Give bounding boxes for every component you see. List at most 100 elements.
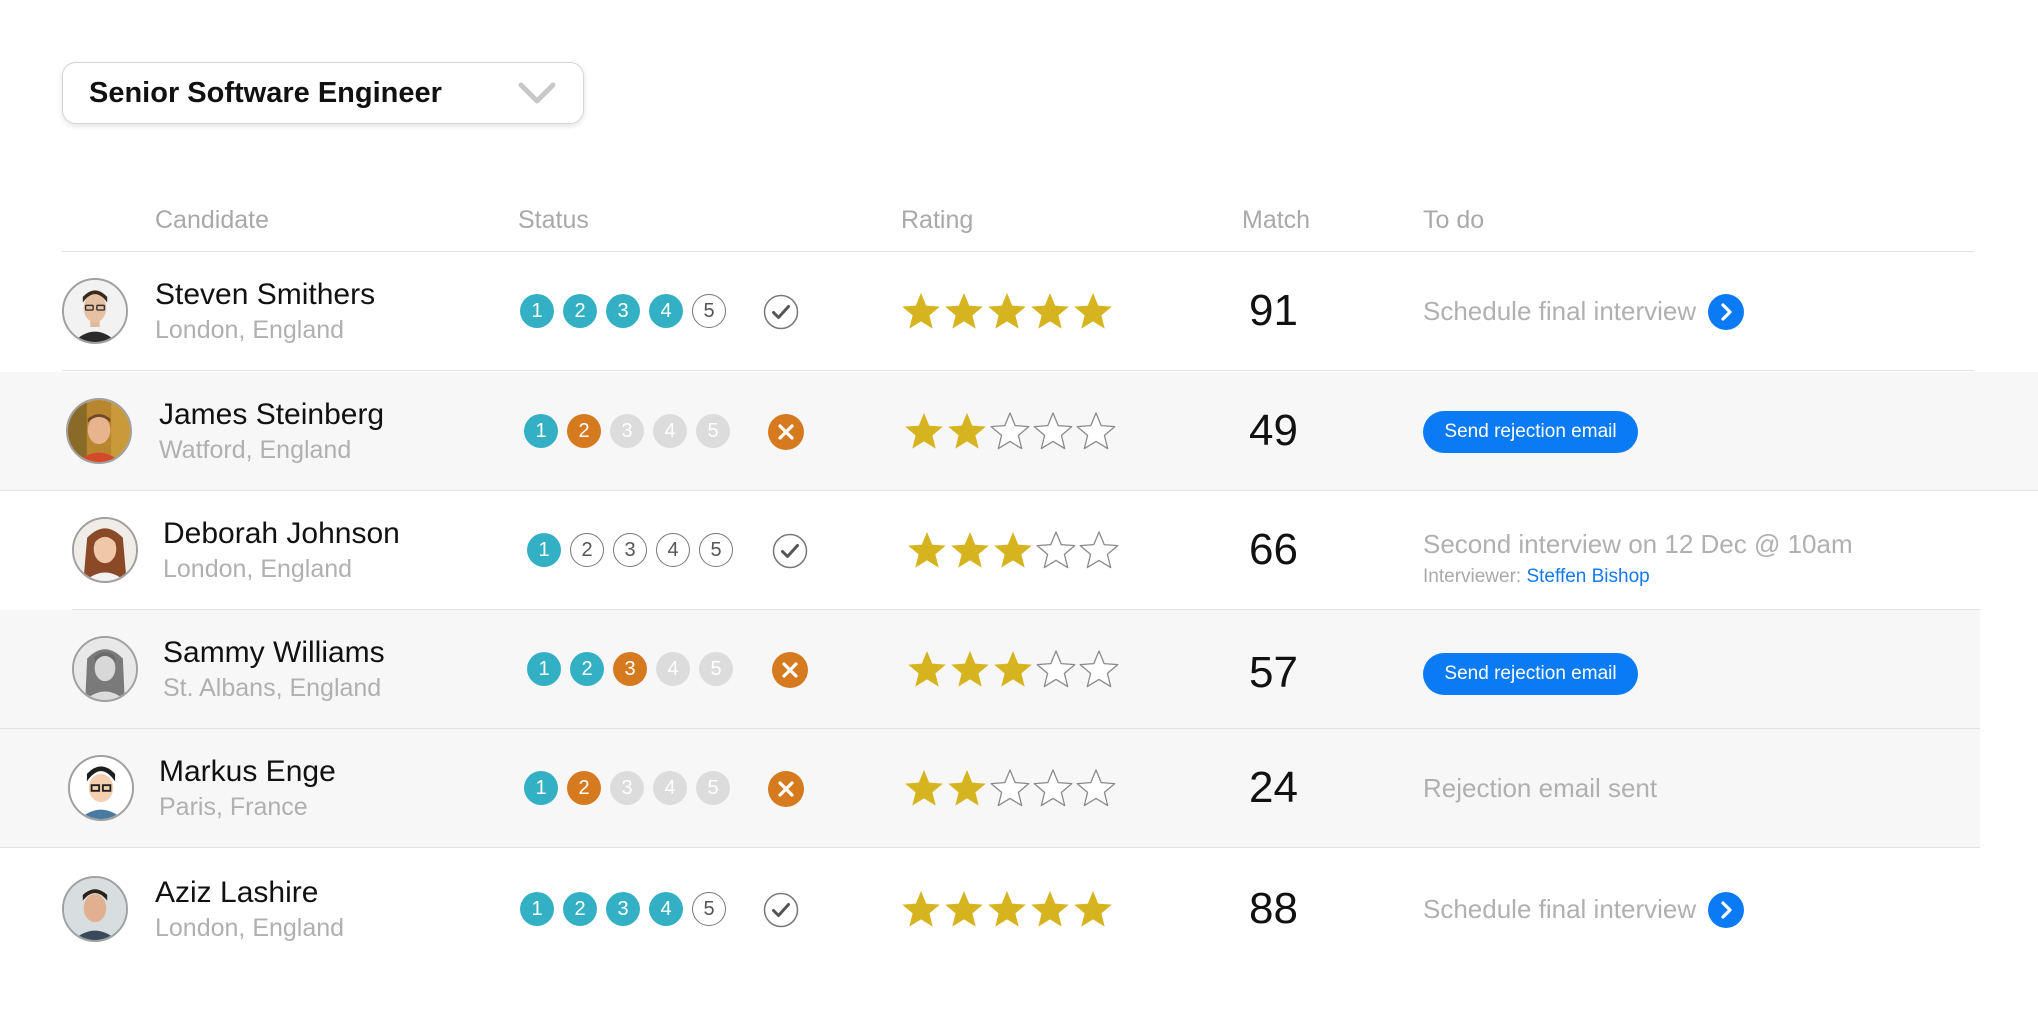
star-filled-icon[interactable] (900, 888, 942, 930)
interviewer-line: Interviewer: Steffen Bishop (1423, 566, 1650, 588)
interviewer-label: Interviewer: (1423, 566, 1522, 587)
status-steps: 12345 (527, 533, 733, 567)
todo-text: Schedule final interview (1423, 894, 1697, 924)
rating-stars[interactable] (906, 648, 1120, 690)
star-filled-icon[interactable] (949, 529, 991, 571)
column-header-status: Status (518, 206, 589, 234)
star-empty-icon[interactable] (1032, 767, 1074, 809)
star-filled-icon[interactable] (949, 648, 991, 690)
star-filled-icon[interactable] (943, 888, 985, 930)
rating-stars[interactable] (900, 888, 1114, 930)
star-empty-icon[interactable] (989, 410, 1031, 452)
status-step-todo: 5 (692, 892, 726, 926)
chevron-right-icon[interactable] (1708, 892, 1744, 928)
star-empty-icon[interactable] (989, 767, 1031, 809)
todo-text: Schedule final interview (1423, 296, 1697, 326)
status-step-done: 2 (563, 892, 597, 926)
star-filled-icon[interactable] (992, 529, 1034, 571)
status-step-todo: 3 (613, 533, 647, 567)
status-step-skip: 5 (696, 771, 730, 805)
table-row[interactable]: James Steinberg Watford, England 12345 4… (0, 372, 2038, 491)
star-filled-icon[interactable] (900, 290, 942, 332)
status-step-skip: 5 (699, 652, 733, 686)
table-row[interactable]: Aziz Lashire London, England 12345 88 Sc… (62, 848, 1974, 967)
send-rejection-email-button[interactable]: Send rejection email (1423, 411, 1638, 453)
job-title-dropdown[interactable]: Senior Software Engineer (62, 62, 584, 124)
star-filled-icon[interactable] (1029, 290, 1071, 332)
status-steps: 12345 (527, 652, 733, 686)
match-score: 88 (1249, 884, 1298, 933)
status-steps: 12345 (524, 771, 730, 805)
chevron-right-icon[interactable] (1708, 294, 1744, 330)
status-steps: 12345 (520, 892, 726, 926)
star-filled-icon[interactable] (1029, 888, 1071, 930)
interviewer-link[interactable]: Steffen Bishop (1526, 566, 1649, 587)
star-filled-icon[interactable] (1072, 290, 1114, 332)
match-score: 91 (1249, 286, 1298, 335)
passed-check-icon (772, 533, 808, 569)
table-row[interactable]: Deborah Johnson London, England 12345 66… (72, 491, 1980, 610)
table-row[interactable]: Sammy Williams St. Albans, England 12345… (0, 610, 1980, 729)
candidate-location: London, England (155, 914, 345, 942)
table-header: Candidate Status Rating Match To do (62, 190, 1974, 252)
status-step-skip: 4 (653, 414, 687, 448)
status-step-skip: 5 (696, 414, 730, 448)
status-step-skip: 3 (610, 771, 644, 805)
avatar (68, 755, 134, 821)
candidate-location: London, England (163, 555, 353, 583)
star-empty-icon[interactable] (1032, 410, 1074, 452)
star-filled-icon[interactable] (943, 290, 985, 332)
job-title-value: Senior Software Engineer (89, 76, 442, 109)
star-filled-icon[interactable] (992, 648, 1034, 690)
status-step-fail: 2 (567, 414, 601, 448)
status-step-done: 4 (649, 892, 683, 926)
table-row[interactable]: Steven Smithers London, England 12345 91… (62, 252, 1974, 371)
star-filled-icon[interactable] (986, 888, 1028, 930)
match-score: 24 (1249, 763, 1298, 812)
star-filled-icon[interactable] (946, 410, 988, 452)
star-empty-icon[interactable] (1078, 529, 1120, 571)
star-filled-icon[interactable] (986, 290, 1028, 332)
candidate-name[interactable]: Aziz Lashire (155, 876, 318, 910)
status-step-todo: 5 (692, 294, 726, 328)
status-step-fail: 2 (567, 771, 601, 805)
status-step-skip: 3 (610, 414, 644, 448)
candidate-name[interactable]: Deborah Johnson (163, 517, 400, 551)
candidate-name[interactable]: James Steinberg (159, 398, 384, 432)
star-filled-icon[interactable] (903, 410, 945, 452)
star-empty-icon[interactable] (1035, 648, 1077, 690)
star-filled-icon[interactable] (946, 767, 988, 809)
candidate-name[interactable]: Markus Enge (159, 755, 336, 789)
candidate-location: Watford, England (159, 436, 352, 464)
candidate-name[interactable]: Sammy Williams (163, 636, 385, 670)
column-header-candidate: Candidate (155, 206, 269, 234)
status-step-done: 1 (524, 414, 558, 448)
star-filled-icon[interactable] (903, 767, 945, 809)
status-step-done: 2 (563, 294, 597, 328)
status-step-done: 1 (527, 533, 561, 567)
star-empty-icon[interactable] (1075, 410, 1117, 452)
chevron-down-icon (518, 82, 556, 104)
status-step-fail: 3 (613, 652, 647, 686)
status-step-todo: 2 (570, 533, 604, 567)
star-filled-icon[interactable] (1072, 888, 1114, 930)
todo-text: Rejection email sent (1423, 773, 1658, 803)
candidate-name[interactable]: Steven Smithers (155, 278, 375, 312)
rejected-x-icon (768, 771, 804, 807)
match-score: 66 (1249, 525, 1298, 574)
rating-stars[interactable] (900, 290, 1114, 332)
star-filled-icon[interactable] (906, 648, 948, 690)
star-empty-icon[interactable] (1078, 648, 1120, 690)
passed-check-icon (763, 892, 799, 928)
status-step-done: 2 (570, 652, 604, 686)
star-empty-icon[interactable] (1035, 529, 1077, 571)
rating-stars[interactable] (906, 529, 1120, 571)
star-filled-icon[interactable] (906, 529, 948, 571)
status-step-todo: 4 (656, 533, 690, 567)
star-empty-icon[interactable] (1075, 767, 1117, 809)
send-rejection-email-button[interactable]: Send rejection email (1423, 653, 1638, 695)
rating-stars[interactable] (903, 767, 1117, 809)
table-row[interactable]: Markus Enge Paris, France 12345 24 Rejec… (0, 729, 1980, 848)
todo-text: Second interview on 12 Dec @ 10am (1423, 529, 1853, 559)
rating-stars[interactable] (903, 410, 1117, 452)
